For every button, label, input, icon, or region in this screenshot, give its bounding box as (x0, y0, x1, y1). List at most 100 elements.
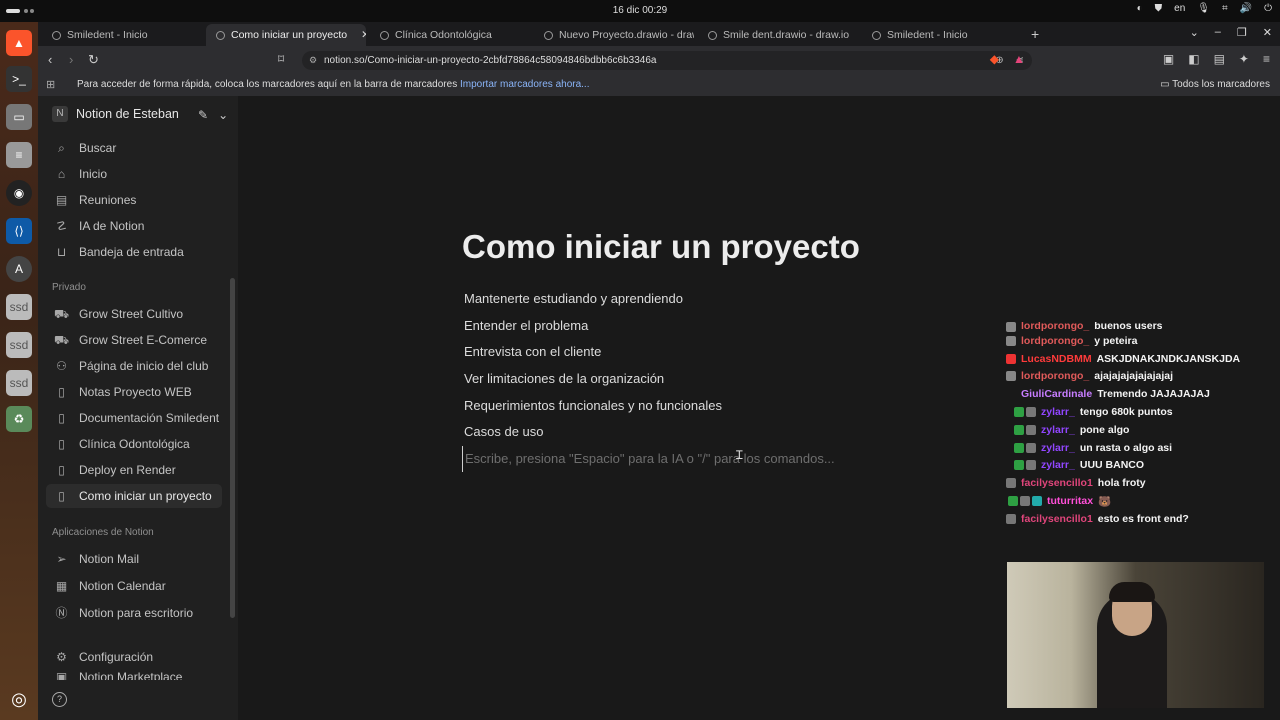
section-private-title[interactable]: Privado (52, 282, 86, 293)
inbox-icon: ⊔ (56, 244, 67, 259)
new-tab-icon[interactable]: + (1031, 26, 1039, 42)
power-icon[interactable]: ⏻ (1264, 3, 1272, 14)
tab-search-icon[interactable]: ⌄ (1190, 26, 1199, 39)
address-bar-row: ‹ › ↻ ⌑ ⚙ notion.so/Como-iniciar-un-proy… (38, 46, 1280, 74)
disk-icon[interactable]: ssd (6, 294, 32, 320)
system-tray[interactable]: ◐ ⛊ en 🎙 ⌗ 🔊 ⏻ (1137, 3, 1272, 14)
sidebar-page[interactable]: ⛟ Grow Street E-Comerce (46, 328, 222, 352)
sidebar-page[interactable]: ▯ Clínica Odontológica (46, 432, 222, 456)
terminal-icon[interactable]: >_ (6, 66, 32, 92)
mic-icon[interactable]: 🎙 (1197, 3, 1210, 14)
tab[interactable]: Smile dent.drawio - draw.io (698, 24, 858, 46)
webcam-overlay (1007, 562, 1264, 708)
new-page-icon[interactable]: ✎ (198, 108, 208, 122)
site-info-icon[interactable]: ⚙ (309, 51, 317, 70)
tab[interactable]: Clínica Odontológica (370, 24, 530, 46)
page-title[interactable]: Como iniciar un proyecto (462, 228, 1022, 266)
sidebar-page[interactable]: ▯ Deploy en Render (46, 458, 222, 482)
text-block[interactable]: Ver limitaciones de la organización (462, 366, 1022, 393)
files-icon[interactable]: ▭ (6, 104, 32, 130)
globe-icon (216, 30, 225, 40)
sidebar-item-inbox[interactable]: ⊔ Bandeja de entrada (46, 240, 222, 264)
workspace-switcher[interactable]: N Notion de Esteban (52, 106, 179, 122)
software-center-icon[interactable]: A (6, 256, 32, 282)
database-icon[interactable]: ≡ (6, 142, 32, 168)
reload-icon[interactable]: ↻ (88, 52, 99, 68)
window-controls: ⌄ – ❐ ✕ (1190, 26, 1272, 39)
chat-text: esto es front end? (1097, 512, 1189, 525)
sidebar-item-settings[interactable]: ⚙ Configuración (46, 645, 222, 669)
text-block[interactable]: Entrevista con el cliente (462, 339, 1022, 366)
menu-icon[interactable]: ≡ (1263, 52, 1270, 66)
sidebar-item-search[interactable]: ⌕ Buscar (46, 136, 222, 160)
sidebar-item-notion-mail[interactable]: ➢ Notion Mail (46, 547, 222, 571)
sidebar-item-notion-calendar[interactable]: ▦ Notion Calendar (46, 574, 222, 598)
url-field[interactable]: ⚙ notion.so/Como-iniciar-un-proyecto-2cb… (302, 51, 1032, 70)
system-clock[interactable]: 16 dic 00:29 (0, 5, 1280, 16)
text-block[interactable]: Requerimientos funcionales y no funciona… (462, 393, 1022, 420)
show-apps-icon[interactable]: ◎ (6, 686, 32, 712)
sidebar-item-meetings[interactable]: ▤ Reuniones (46, 188, 222, 212)
sidebar-page[interactable]: ⚇ Página de inicio del club (46, 354, 222, 378)
tab[interactable]: Nuevo Proyecto.drawio - draw (534, 24, 694, 46)
volume-icon[interactable]: 🔊 (1240, 3, 1252, 14)
sidebar-page[interactable]: ▯ Notas Proyecto WEB (46, 380, 222, 404)
apps-grid-icon[interactable]: ⊞ (46, 78, 55, 91)
shield-icon[interactable]: ⛊ (1155, 3, 1163, 14)
sidebar-page[interactable]: ⛟ Grow Street Cultivo (46, 302, 222, 326)
tab-active[interactable]: Como iniciar un proyecto ✕ (206, 24, 366, 46)
section-apps-title[interactable]: Aplicaciones de Notion (52, 527, 154, 538)
bookmarks-bar: ⊞ Para acceder de forma rápida, coloca l… (38, 74, 1280, 96)
tab[interactable]: Smiledent - Inicio (42, 24, 202, 46)
chat-text: 🐻 (1098, 495, 1112, 508)
globe-icon (380, 30, 389, 40)
bookmark-icon[interactable]: ⌑ (278, 52, 284, 66)
minimize-icon[interactable]: – (1215, 26, 1221, 39)
all-bookmarks-button[interactable]: ▭ Todos los marcadores (1160, 79, 1270, 90)
tab-strip: Smiledent - Inicio Como iniciar un proye… (38, 22, 1280, 46)
chat-message: GiuliCardinale Tremendo JAJAJAJAJ (1002, 385, 1278, 403)
text-block[interactable]: Casos de uso (462, 419, 1022, 446)
trash-icon[interactable]: ♻ (6, 406, 32, 432)
ai-assistant-icon[interactable]: ✦ (1239, 52, 1249, 66)
obs-icon[interactable]: ◉ (6, 180, 32, 206)
workspace-name: Notion de Esteban (76, 107, 179, 121)
forward-icon[interactable]: › (69, 52, 73, 67)
car-icon: ⛟ (54, 332, 70, 347)
text-block[interactable]: Entender el problema (462, 313, 1022, 340)
brave-rewards-icon[interactable]: ▲ (1013, 52, 1025, 66)
sidebar-page-active[interactable]: ▯ Como iniciar un proyecto (46, 484, 222, 508)
close-tab-icon[interactable]: ✕ (361, 29, 366, 41)
chat-message: zylarr_ tengo 680k puntos (1002, 403, 1278, 421)
chevron-down-icon[interactable]: ⌄ (218, 108, 228, 122)
network-wired-icon[interactable]: ⌗ (1222, 3, 1228, 14)
import-bookmarks-link[interactable]: Importar marcadores ahora... (460, 79, 590, 90)
close-window-icon[interactable]: ✕ (1263, 26, 1272, 39)
help-icon[interactable]: ? (52, 692, 67, 707)
sidebar-toggle-icon[interactable]: ◧ (1188, 52, 1199, 66)
sidebar-page[interactable]: ▯ Documentación Smiledent (46, 406, 222, 430)
sidebar-item-home[interactable]: ⌂ Inicio (46, 162, 222, 186)
chat-badge-icon (1026, 424, 1036, 435)
text-block[interactable]: Mantenerte estudiando y aprendiendo (462, 286, 1022, 313)
wallet-icon[interactable]: ▤ (1214, 52, 1225, 66)
sidebar-item-ai[interactable]: ☡ IA de Notion (46, 214, 222, 238)
browser-window: Smiledent - Inicio Como iniciar un proye… (38, 22, 1280, 720)
car-icon: ⛟ (54, 306, 70, 321)
restore-icon[interactable]: ❐ (1237, 26, 1247, 39)
back-icon[interactable]: ‹ (48, 52, 52, 67)
chat-badge-icon (1032, 496, 1042, 507)
vscode-icon[interactable]: ⟨⟩ (6, 218, 32, 244)
sidebar-scrollbar[interactable] (230, 278, 235, 618)
sidebar-item-notion-desktop[interactable]: Ⓝ Notion para escritorio (46, 601, 222, 625)
sidebar-item-marketplace[interactable]: ▣ Notion Marketplace (46, 670, 222, 680)
brave-shields-icon[interactable]: ◆ (990, 52, 999, 66)
disk-icon[interactable]: ssd (6, 332, 32, 358)
tab[interactable]: Smiledent - Inicio (862, 24, 1022, 46)
network-icon[interactable]: ◐ (1137, 3, 1143, 14)
keyboard-language[interactable]: en (1174, 3, 1185, 14)
leo-icon[interactable]: ▣ (1163, 52, 1174, 66)
marketplace-icon: ▣ (55, 670, 68, 680)
disk-icon[interactable]: ssd (6, 370, 32, 396)
brave-browser-icon[interactable]: ▲ (6, 30, 32, 56)
